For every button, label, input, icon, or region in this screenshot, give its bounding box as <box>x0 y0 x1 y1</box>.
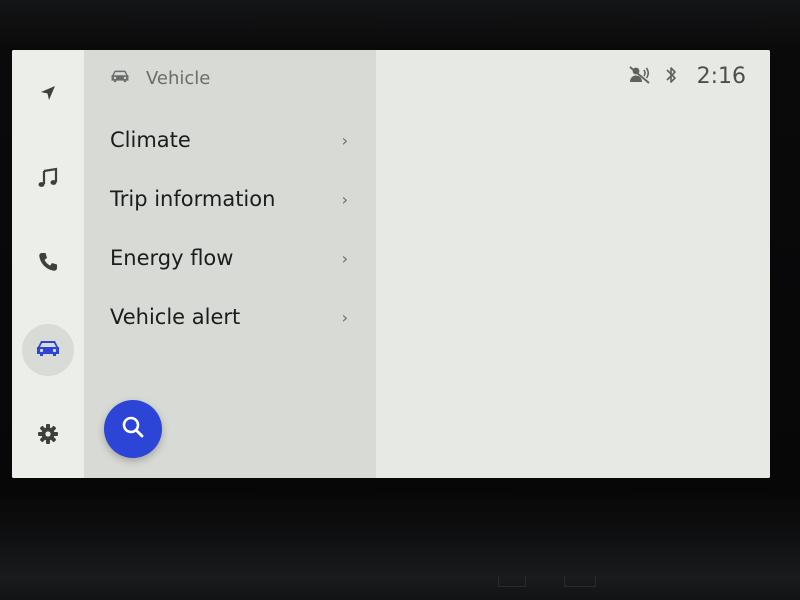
rail-phone-button[interactable] <box>22 238 74 290</box>
chevron-right-icon: › <box>341 307 348 327</box>
gear-icon <box>37 423 59 449</box>
rail-vehicle-button[interactable] <box>22 324 74 376</box>
dashboard-trim <box>0 548 800 600</box>
status-bar: 2:16 <box>629 64 746 89</box>
trim-detail <box>498 576 526 587</box>
navigation-arrow-icon <box>38 83 58 107</box>
menu-item-label: Vehicle alert <box>110 305 241 329</box>
rail-navigation-button[interactable] <box>22 69 74 121</box>
search-button[interactable] <box>104 400 162 458</box>
phone-icon <box>37 251 59 277</box>
menu-item-label: Energy flow <box>110 246 234 270</box>
search-icon <box>120 414 146 444</box>
menu-item-label: Climate <box>110 128 191 152</box>
chevron-right-icon: › <box>341 189 348 209</box>
chevron-right-icon: › <box>341 248 348 268</box>
voice-muted-icon <box>629 65 651 89</box>
infotainment-screen: Vehicle Climate › Trip information › Ene… <box>12 50 770 478</box>
chevron-right-icon: › <box>341 130 348 150</box>
rail-settings-button[interactable] <box>22 410 74 462</box>
rail-music-button[interactable] <box>22 154 74 206</box>
menu-item-energy-flow[interactable]: Energy flow › <box>110 236 356 280</box>
bluetooth-icon <box>665 65 677 89</box>
content-area: 2:16 <box>376 50 770 478</box>
car-icon <box>35 338 61 362</box>
menu-item-vehicle-alert[interactable]: Vehicle alert › <box>110 295 356 339</box>
menu-item-trip-information[interactable]: Trip information › <box>110 177 356 221</box>
car-icon <box>110 68 130 89</box>
menu-header: Vehicle <box>110 68 210 89</box>
nav-rail <box>12 50 84 478</box>
trim-detail <box>564 576 596 587</box>
vehicle-menu-panel: Vehicle Climate › Trip information › Ene… <box>84 50 376 478</box>
menu-item-climate[interactable]: Climate › <box>110 118 356 162</box>
clock: 2:16 <box>696 64 746 89</box>
menu-title: Vehicle <box>146 68 211 89</box>
menu-item-label: Trip information <box>110 187 276 211</box>
music-note-icon <box>36 166 60 194</box>
